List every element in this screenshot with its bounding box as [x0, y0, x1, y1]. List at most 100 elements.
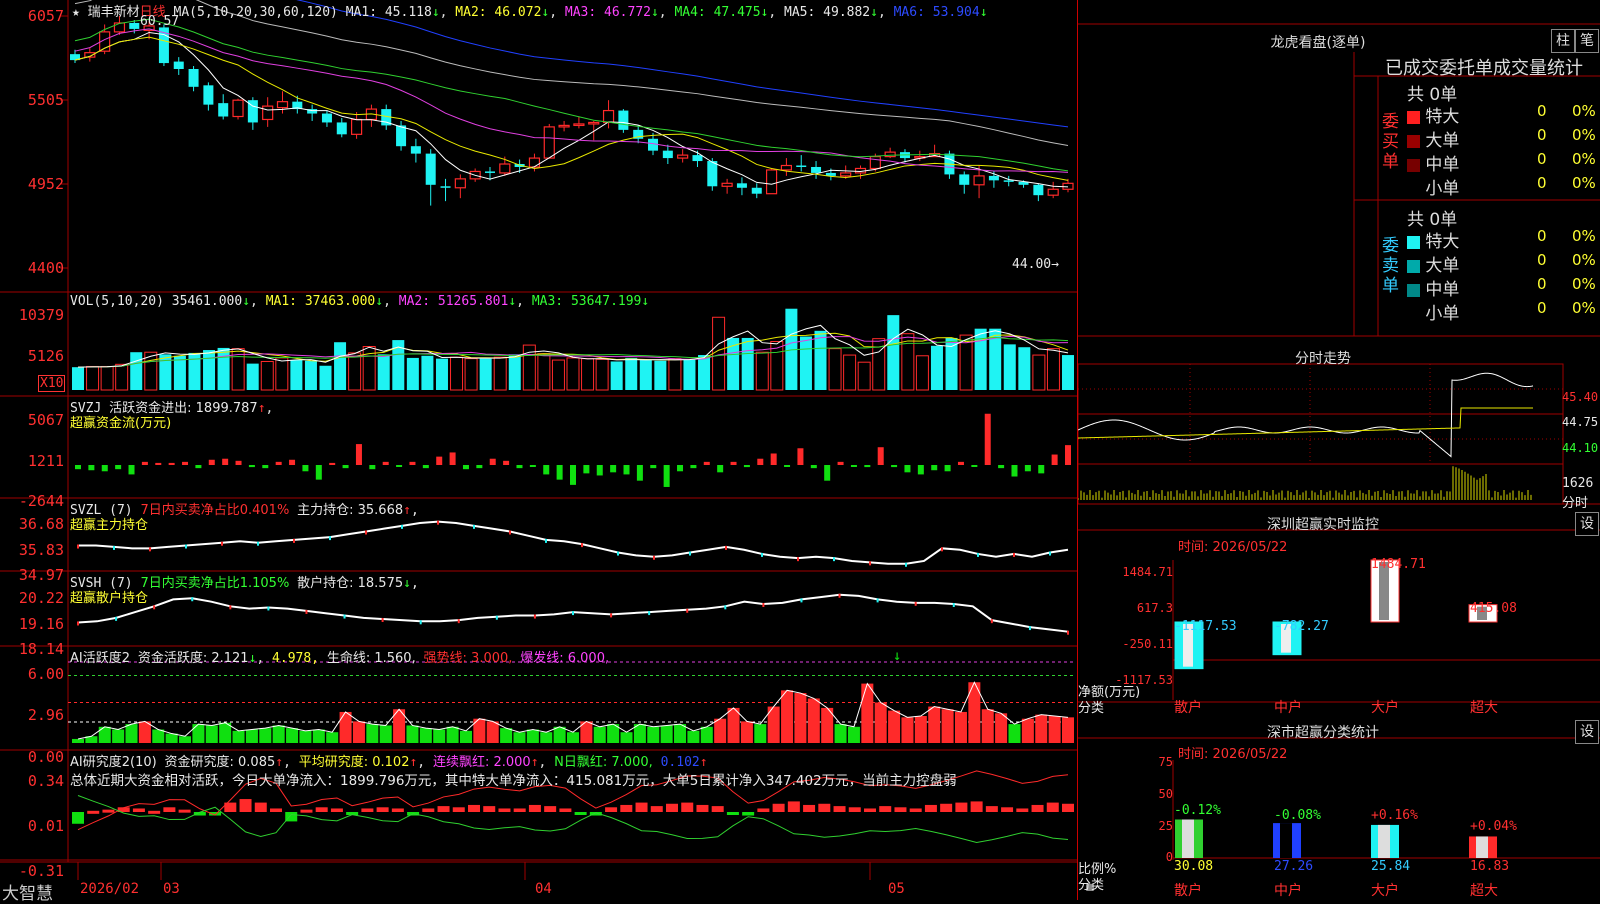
class-cat-3: 超大 — [1470, 883, 1498, 899]
ai1-bar — [1035, 714, 1048, 743]
svzj-bar — [88, 465, 95, 471]
sell-swatch-0 — [1407, 235, 1420, 249]
candle-body — [262, 105, 274, 121]
class-settings-button[interactable]: 设 — [1575, 720, 1599, 744]
volume-bar — [857, 361, 871, 391]
ai2-bar — [163, 807, 176, 812]
monitor-settings-button[interactable]: 设 — [1575, 512, 1599, 536]
kline-header: ★ 瑞丰新材日线 MA(5,10,20,30,60,120) MA1: 45.1… — [72, 5, 988, 20]
buy-val-3: 0 — [1537, 174, 1547, 192]
volume-bar — [915, 355, 929, 391]
volume-bar — [334, 342, 347, 390]
vol-name: VOL(5,10,20) — [70, 294, 164, 309]
ai2-bar — [270, 808, 282, 812]
candle-body — [188, 69, 199, 87]
svzj-bar — [703, 461, 710, 465]
candle-body — [558, 124, 570, 128]
ai1-bar — [433, 729, 446, 743]
svsh-line-dot — [914, 601, 917, 606]
buy-row-1: 大单 — [1407, 126, 1459, 151]
ai2-bar — [1031, 804, 1044, 812]
sell-val-0: 0 — [1537, 227, 1547, 245]
volume-bar — [595, 358, 609, 391]
svzj-bar — [409, 461, 416, 465]
svzl-ylabel-0: 36.68 — [18, 515, 64, 533]
svsh-subtitle: 超赢散户持仓 — [70, 591, 149, 606]
buy-pct-1: 0% — [1572, 126, 1596, 144]
chart-area[interactable]: ↓ ★ 瑞丰新材日线 MA(5,10,20,30,60,120) MA1: 45… — [0, 0, 1094, 904]
svsh-line-dot — [724, 605, 727, 610]
svsh-line-dot — [1028, 626, 1031, 631]
buy-swatch-2 — [1407, 158, 1420, 172]
svzj-bar — [182, 461, 189, 465]
ai2-bar — [178, 809, 191, 813]
candle-body — [543, 126, 555, 159]
volume-bar — [1003, 344, 1016, 390]
volume-bar — [508, 354, 521, 390]
ma1-arrow: ↓ — [431, 5, 440, 20]
ai1-bar — [179, 736, 192, 743]
ai2-bar — [833, 806, 846, 812]
class-cat-2: 大户 — [1371, 883, 1399, 899]
vol-value: 35461.000 — [171, 294, 243, 309]
volume-bar — [843, 354, 857, 391]
volume-bar — [668, 358, 682, 391]
svzj-bar — [476, 465, 483, 469]
volume-bar — [217, 347, 230, 390]
candle-body — [692, 155, 703, 162]
candle-body — [648, 138, 659, 151]
sell-label-1: 大单 — [1425, 256, 1460, 276]
volume-bar — [1018, 347, 1031, 390]
svzl-arrow: ↑ — [403, 503, 411, 518]
ai1-bar — [781, 690, 794, 743]
ai1-bar — [995, 713, 1008, 743]
svsh-line-dot — [495, 615, 498, 620]
svzj-bar — [168, 462, 175, 465]
ai1-bar — [687, 730, 700, 743]
intraday-vol-label: 1626 — [1562, 476, 1594, 491]
intraday-frame — [1078, 363, 1564, 505]
svzj-bar — [1011, 465, 1018, 477]
ai2-bar — [498, 808, 511, 812]
buy-label-2: 中单 — [1425, 155, 1460, 175]
svzj-bar — [824, 465, 831, 481]
svzj-bar — [302, 465, 309, 472]
star-icon[interactable]: ★ — [72, 5, 80, 20]
svzj-bar — [570, 465, 576, 485]
right-panel[interactable]: 龙虎看盘(逐单) 柱 笔 已成交委托单成交量统计 委买单 共 0单 特大 大单 … — [1078, 0, 1600, 900]
bar-mode-button[interactable]: 柱 — [1551, 29, 1575, 53]
candle-body — [396, 125, 407, 147]
svzl-ylabel-2: 34.97 — [18, 566, 64, 584]
volume-bar — [377, 354, 390, 390]
ai2-bar — [72, 812, 84, 824]
monitor-bar-label-0: -1117.53 — [1174, 619, 1237, 634]
ai1-bar — [660, 725, 673, 743]
ai2-bar — [148, 810, 161, 814]
ai2-bar — [772, 803, 785, 812]
volume-bar — [683, 359, 696, 390]
high-price-label: 60.57 — [140, 14, 180, 29]
ai1-bar — [794, 693, 807, 743]
ai1-bar — [941, 709, 954, 743]
ai1-header: AI活跃度2 资金活跃度: 2.121↓, 4.978, 生命线: 1.560,… — [70, 651, 610, 666]
candle-body — [602, 109, 615, 124]
svzl-line-dot — [1013, 552, 1015, 557]
monitor-title: 深圳超赢实时监控 — [1267, 517, 1379, 533]
svzj-bar — [262, 465, 269, 469]
vol-arrow: ↓ — [242, 294, 251, 309]
candle-body — [113, 22, 126, 33]
vol-unit-badge[interactable]: X10 — [38, 375, 66, 392]
svzl-line-dot — [689, 551, 691, 556]
tick-mode-button[interactable]: 笔 — [1575, 29, 1599, 53]
svzl-label2: 主力持仓: 35.668 — [297, 503, 404, 518]
intraday-ylabel-0: 45.40 — [1562, 390, 1599, 404]
svzj-ylabel-1: 1211 — [27, 452, 64, 470]
volume-bar — [159, 354, 172, 390]
ai2-ylabel-2: -0.31 — [18, 862, 64, 880]
volume-bar — [450, 356, 464, 391]
sell-pct-0: 0% — [1572, 227, 1596, 245]
ai2-avg: 平均研究度: 0.102 — [298, 755, 410, 770]
ai2-bar — [924, 804, 937, 812]
svzj-bar — [904, 465, 911, 473]
svzj-bar — [596, 465, 603, 476]
